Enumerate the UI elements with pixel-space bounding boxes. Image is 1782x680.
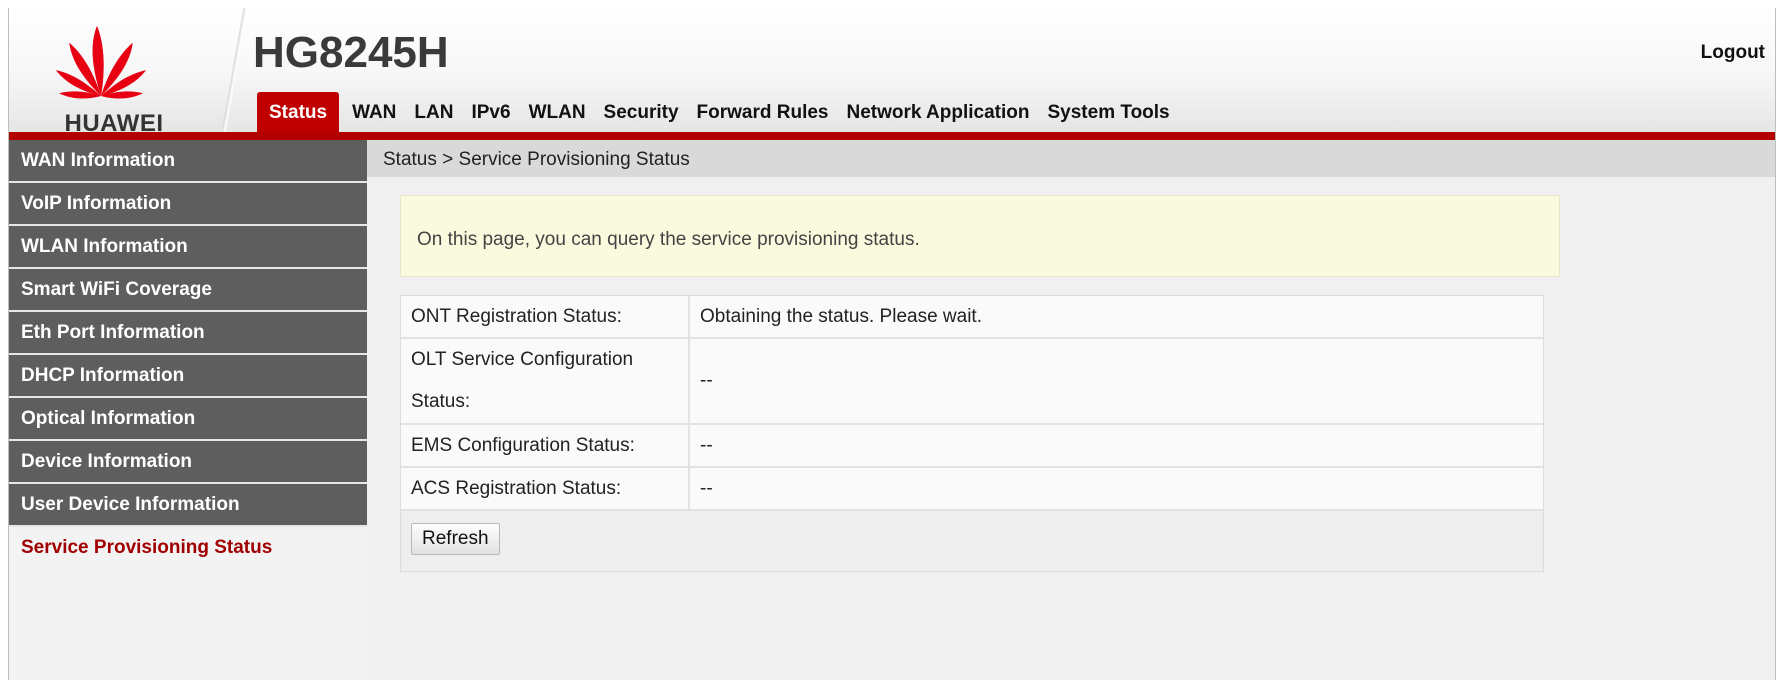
huawei-logo: HUAWEI bbox=[43, 18, 179, 137]
table-row: ONT Registration Status: Obtaining the s… bbox=[401, 296, 1543, 339]
logout-link[interactable]: Logout bbox=[1605, 42, 1775, 64]
tab-wan[interactable]: WAN bbox=[343, 92, 405, 133]
header-accent-bar bbox=[9, 132, 1775, 140]
sidebar-item-smart-wifi-coverage[interactable]: Smart WiFi Coverage bbox=[9, 269, 367, 312]
huawei-flower-icon bbox=[55, 26, 147, 99]
table-row: EMS Configuration Status: -- bbox=[401, 425, 1543, 468]
sidebar: WAN Information VoIP Information WLAN In… bbox=[9, 140, 367, 680]
tab-network-application[interactable]: Network Application bbox=[838, 92, 1039, 133]
sidebar-item-service-provisioning-status[interactable]: Service Provisioning Status bbox=[9, 527, 367, 568]
sidebar-item-eth-port-information[interactable]: Eth Port Information bbox=[9, 312, 367, 355]
sidebar-item-optical-information[interactable]: Optical Information bbox=[9, 398, 367, 441]
ems-config-value: -- bbox=[700, 434, 713, 456]
header-divider bbox=[219, 8, 249, 139]
acs-registration-value: -- bbox=[700, 477, 713, 499]
ems-config-label: EMS Configuration Status: bbox=[401, 425, 690, 466]
top-nav: Status WAN LAN IPv6 WLAN Security Forwar… bbox=[257, 92, 1179, 133]
table-row: ACS Registration Status: -- bbox=[401, 468, 1543, 511]
sidebar-item-user-device-information[interactable]: User Device Information bbox=[9, 484, 367, 527]
header: HUAWEI HG8245H Logout Status WAN LAN IPv… bbox=[9, 8, 1775, 139]
router-admin-page: HUAWEI HG8245H Logout Status WAN LAN IPv… bbox=[8, 8, 1776, 680]
breadcrumb: Status > Service Provisioning Status bbox=[367, 140, 1775, 177]
ont-registration-label: ONT Registration Status: bbox=[401, 296, 690, 337]
info-banner: On this page, you can query the service … bbox=[400, 195, 1560, 277]
refresh-button[interactable]: Refresh bbox=[411, 523, 500, 555]
tab-system-tools[interactable]: System Tools bbox=[1039, 92, 1179, 133]
tab-forward-rules[interactable]: Forward Rules bbox=[688, 92, 838, 133]
ont-registration-value: Obtaining the status. Please wait. bbox=[700, 305, 982, 327]
device-model: HG8245H bbox=[253, 28, 449, 77]
sidebar-item-wlan-information[interactable]: WLAN Information bbox=[9, 226, 367, 269]
status-table: ONT Registration Status: Obtaining the s… bbox=[400, 295, 1544, 572]
sidebar-item-voip-information[interactable]: VoIP Information bbox=[9, 183, 367, 226]
olt-service-config-label: OLT Service Configuration Status: bbox=[401, 339, 690, 423]
olt-service-config-value: -- bbox=[700, 370, 713, 391]
tab-wlan[interactable]: WLAN bbox=[520, 92, 595, 133]
sidebar-item-wan-information[interactable]: WAN Information bbox=[9, 140, 367, 183]
tab-status[interactable]: Status bbox=[257, 92, 340, 133]
sidebar-item-dhcp-information[interactable]: DHCP Information bbox=[9, 355, 367, 398]
acs-registration-label: ACS Registration Status: bbox=[401, 468, 690, 509]
tab-lan[interactable]: LAN bbox=[405, 92, 462, 133]
sidebar-item-device-information[interactable]: Device Information bbox=[9, 441, 367, 484]
tab-ipv6[interactable]: IPv6 bbox=[462, 92, 519, 133]
table-row: OLT Service Configuration Status: -- bbox=[401, 339, 1543, 425]
button-bar: Refresh bbox=[401, 511, 1543, 571]
tab-security[interactable]: Security bbox=[595, 92, 688, 133]
main-content: Status > Service Provisioning Status On … bbox=[367, 140, 1775, 680]
